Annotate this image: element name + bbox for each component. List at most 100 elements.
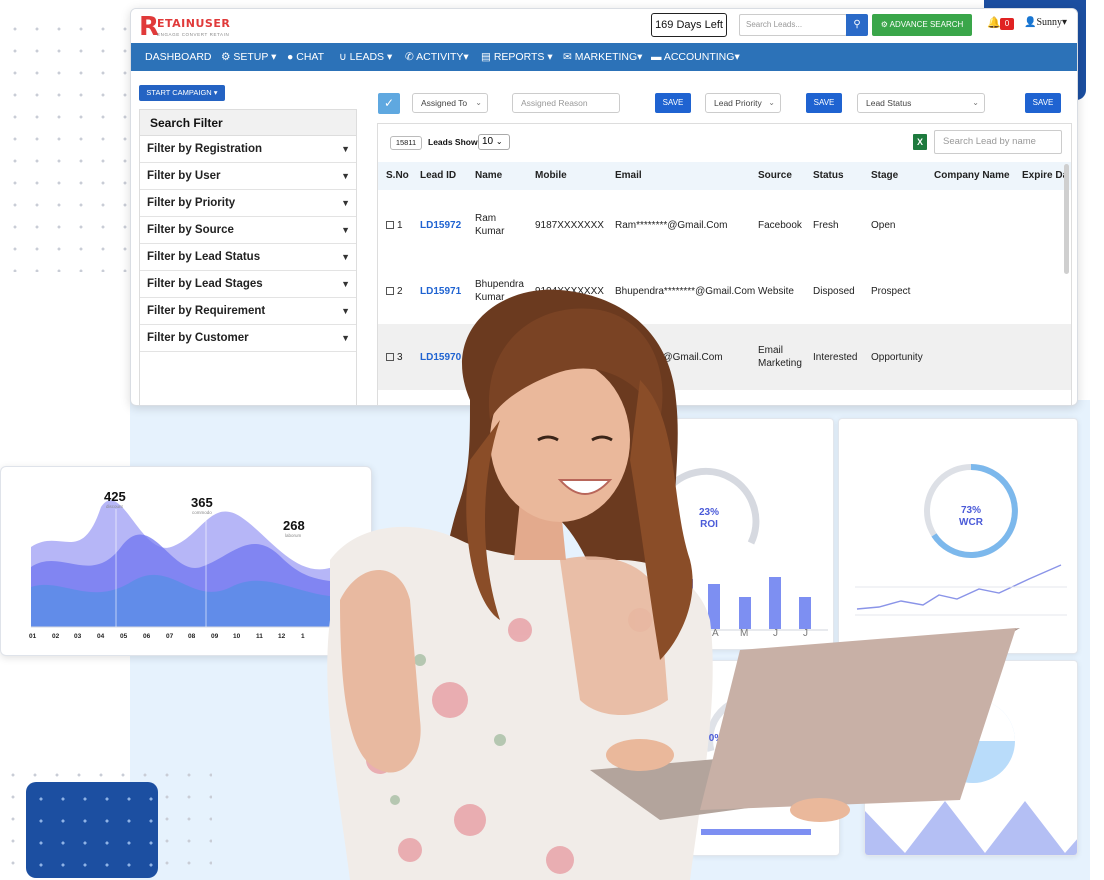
filter-user[interactable]: Filter by User ▼ — [140, 163, 356, 190]
row-number: 1 — [386, 219, 403, 232]
save-button[interactable]: SAVE — [1025, 93, 1061, 113]
column-header[interactable]: Mobile — [535, 162, 567, 190]
x-tick: 12 — [278, 633, 286, 640]
caret-down-icon: ▼ — [341, 144, 350, 154]
nav-chat-label: CHAT — [296, 51, 325, 63]
lead-source: Email Marketing — [758, 345, 802, 369]
logo-tagline: ENGAGE CONVERT RETAIN — [157, 32, 230, 37]
retainuser-logo[interactable]: R ETAINUSER ENGAGE CONVERT RETAIN — [139, 12, 259, 42]
lead-priority-select[interactable]: Lead Priority ⌄ — [705, 93, 781, 113]
phone-icon: ✆ — [405, 51, 414, 63]
search-leads-input[interactable]: Search Leads... — [739, 14, 847, 36]
save-button[interactable]: SAVE — [655, 93, 691, 113]
row-checkbox[interactable] — [386, 353, 394, 361]
days-left-badge[interactable]: 169 Days Left — [651, 13, 727, 37]
nav-activity-label: ACTIVITY — [416, 51, 464, 63]
nav-setup[interactable]: ⚙ SETUP ▾ — [221, 43, 276, 71]
column-header[interactable]: Expire Da — [1022, 162, 1068, 190]
assigned-reason-input[interactable]: Assigned Reason — [512, 93, 620, 113]
lead-priority-value: Lead Priority — [714, 98, 762, 108]
lead-name: Ram Kumar — [475, 213, 505, 237]
nav-marketing[interactable]: ✉ MARKETING▾ — [563, 43, 642, 71]
filter-label: Filter by Registration — [147, 143, 263, 155]
filter-registration[interactable]: Filter by Registration ▼ — [140, 136, 356, 163]
x-tick: 10 — [233, 633, 241, 640]
roi-card: 23% ROI — [662, 418, 834, 650]
mail-icon: ✉ — [563, 51, 572, 63]
caret-down-icon: ▼ — [341, 171, 350, 181]
nav-reports[interactable]: ▤ REPORTS ▾ — [481, 43, 553, 71]
filter-label: Filter by Lead Stages — [147, 278, 263, 290]
lead-stage: Prospect — [871, 286, 911, 297]
row-checkbox[interactable] — [386, 287, 394, 295]
nav-accounting[interactable]: ▬ ACCOUNTING▾ — [651, 43, 740, 71]
caret-down-icon: ▼ — [341, 306, 350, 316]
caret-down-icon: ▼ — [341, 252, 350, 262]
report-icon: ▤ — [481, 51, 491, 63]
filter-lead-stages[interactable]: Filter by Lead Stages ▼ — [140, 271, 356, 298]
x-tick: 07 — [166, 633, 174, 640]
month-label: M — [740, 628, 749, 639]
column-header[interactable]: Source — [758, 162, 792, 190]
column-header[interactable]: S.No — [386, 162, 409, 190]
column-header[interactable]: Status — [813, 162, 844, 190]
column-header[interactable]: Stage — [871, 162, 898, 190]
lead-stage: Open — [871, 220, 896, 231]
nav-leads-label: LEADS — [349, 51, 385, 63]
x-tick: 11 — [256, 633, 263, 640]
nav-chat[interactable]: ● CHAT — [287, 43, 324, 71]
lead-id-link[interactable]: LD15971 — [420, 285, 461, 298]
money-icon: ▬ — [651, 51, 662, 63]
lead-stage: Opportunity — [871, 352, 923, 363]
table-row[interactable]: 1 LD15972 Ram Kumar 9187XXXXXXX Ram******… — [378, 192, 1071, 258]
wave-value: 365 — [191, 495, 213, 510]
search-icon: ⚲ — [853, 19, 861, 30]
column-header[interactable]: Name — [475, 162, 502, 190]
column-header[interactable]: Email — [615, 162, 642, 190]
nav-leads[interactable]: ∪ LEADS ▾ — [339, 43, 392, 71]
nav-accounting-label: ACCOUNTING — [663, 51, 735, 63]
filter-requirement[interactable]: Filter by Requirement ▼ — [140, 298, 356, 325]
x-tick: 09 — [211, 633, 219, 640]
table-scrollbar[interactable] — [1064, 164, 1069, 274]
lead-mobile: 9187XXXXXXX — [535, 220, 604, 231]
select-all-checkbox[interactable]: ✓ — [378, 93, 400, 114]
search-button[interactable]: ⚲ — [846, 14, 868, 36]
user-menu[interactable]: 👤Sunny▾ — [1024, 17, 1067, 28]
table-row[interactable]: 3 LD15970 D *****@Gmail.Com Email Marketi… — [378, 324, 1071, 390]
person-icon: ● — [287, 51, 294, 63]
lead-id-link[interactable]: LD15972 — [420, 219, 461, 232]
area-chart — [865, 699, 1077, 855]
column-header[interactable]: Company Name — [934, 162, 1010, 190]
notification-count: 0 — [1000, 18, 1014, 30]
lead-id-link[interactable]: LD15970 — [420, 351, 461, 364]
filter-lead-status[interactable]: Filter by Lead Status ▼ — [140, 244, 356, 271]
filter-source[interactable]: Filter by Source ▼ — [140, 217, 356, 244]
top-bar: R ETAINUSER ENGAGE CONVERT RETAIN 169 Da… — [131, 9, 1077, 43]
chevron-down-icon: ⌄ — [768, 98, 775, 107]
lead-email: *****@Gmail.Com — [643, 352, 723, 363]
wave-sub-label: laborum — [285, 533, 302, 538]
lead-mobile: 9194XXXXXXX — [535, 286, 604, 297]
filter-priority[interactable]: Filter by Priority ▼ — [140, 190, 356, 217]
chevron-down-icon: ⌄ — [495, 137, 503, 146]
lead-status-select[interactable]: Lead Status ⌄ — [857, 93, 985, 113]
user-name: Sunny — [1036, 17, 1063, 28]
excel-export-icon[interactable]: X — [913, 134, 927, 150]
assigned-to-select[interactable]: Assigned To ⌄ — [412, 93, 488, 113]
page-size-select[interactable]: 10 ⌄ — [478, 134, 510, 150]
bell-icon[interactable]: 🔔 — [987, 16, 1001, 29]
nav-activity[interactable]: ✆ ACTIVITY▾ — [405, 43, 469, 71]
table-row[interactable]: 2 LD15971 Bhupendra Kumar 9194XXXXXXX Bhu… — [378, 258, 1071, 324]
nav-dashboard[interactable]: DASHBOARD — [145, 43, 212, 71]
search-lead-input[interactable]: Search Lead by name — [934, 130, 1062, 154]
gear-icon: ⚙ — [880, 20, 888, 29]
start-campaign-button[interactable]: START CAMPAIGN ▾ — [139, 85, 225, 101]
column-header[interactable]: Lead ID — [420, 162, 456, 190]
save-button[interactable]: SAVE — [806, 93, 842, 113]
filter-customer[interactable]: Filter by Customer ▼ — [140, 325, 356, 352]
dot-grid-decoration — [4, 18, 134, 272]
advance-search-button[interactable]: ⚙ ADVANCE SEARCH — [872, 14, 972, 36]
row-checkbox[interactable] — [386, 221, 394, 229]
advance-search-label: ADVANCE SEARCH — [889, 20, 964, 29]
